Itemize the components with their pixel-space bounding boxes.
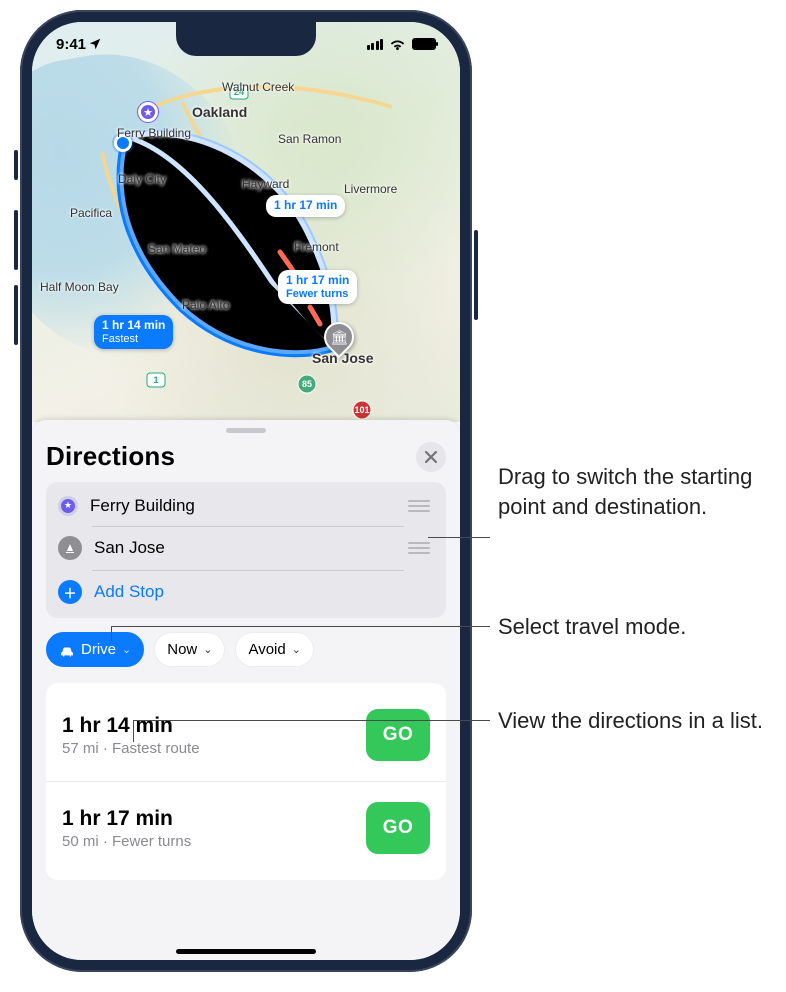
city-label: Livermore bbox=[344, 182, 397, 196]
plus-icon: ＋ bbox=[58, 580, 82, 604]
stops-card: Ferry Building San Jose ＋ Add Stop bbox=[46, 482, 446, 618]
origin-label: Ferry Building bbox=[90, 496, 392, 516]
phone-volume-up bbox=[14, 210, 18, 270]
go-button[interactable]: GO bbox=[366, 709, 430, 761]
depart-time-chip[interactable]: Now ⌄ bbox=[154, 632, 225, 667]
location-arrow-icon bbox=[88, 37, 102, 51]
close-button[interactable] bbox=[416, 442, 446, 472]
route-item[interactable]: 1 hr 17 min 50 mi · Fewer turns GO bbox=[46, 781, 446, 874]
destination-label: San Jose bbox=[94, 538, 392, 558]
stop-row-destination[interactable]: San Jose bbox=[46, 526, 446, 570]
status-time: 9:41 bbox=[56, 36, 86, 53]
annotation-list: View the directions in a list. bbox=[498, 706, 778, 736]
svg-text:101: 101 bbox=[354, 405, 369, 415]
route-callout-primary[interactable]: 1 hr 14 min Fastest bbox=[94, 315, 173, 349]
route-callout-alt-2[interactable]: 1 hr 17 min Fewer turns bbox=[278, 270, 357, 304]
map-view[interactable]: 24 1 85 101 ★ 🏛 Oakland bbox=[32, 22, 460, 422]
city-label: Fremont bbox=[294, 240, 339, 254]
notch bbox=[176, 22, 316, 56]
phone-power-button bbox=[474, 230, 478, 320]
option-chips: Drive ⌄ Now ⌄ Avoid ⌄ bbox=[46, 632, 446, 667]
avoid-options-chip[interactable]: Avoid ⌄ bbox=[235, 632, 313, 667]
annotation-drag: Drag to switch the starting point and de… bbox=[498, 462, 778, 521]
annotation-line bbox=[111, 626, 490, 627]
city-label: San Jose bbox=[312, 350, 373, 366]
annotation-line bbox=[133, 720, 490, 721]
route-detail: 50 mi · Fewer turns bbox=[62, 833, 191, 850]
cellular-signal-icon bbox=[367, 39, 384, 50]
svg-text:85: 85 bbox=[302, 379, 312, 389]
route-item[interactable]: 1 hr 14 min 57 mi · Fastest route GO bbox=[46, 689, 446, 781]
add-stop-row[interactable]: ＋ Add Stop bbox=[46, 570, 446, 614]
home-indicator[interactable] bbox=[176, 949, 316, 954]
city-label: Daly City bbox=[118, 172, 166, 186]
phone-silent-switch bbox=[14, 150, 18, 180]
destination-pin-icon bbox=[58, 536, 82, 560]
stop-row-origin[interactable]: Ferry Building bbox=[46, 486, 446, 526]
add-stop-label: Add Stop bbox=[94, 582, 434, 602]
city-label: Pacifica bbox=[70, 206, 112, 220]
directions-sheet[interactable]: Directions Ferry Building bbox=[32, 420, 460, 960]
close-icon bbox=[425, 451, 437, 463]
travel-mode-chip[interactable]: Drive ⌄ bbox=[46, 632, 144, 667]
star-icon bbox=[58, 496, 78, 516]
route-detail: 57 mi · Fastest route bbox=[62, 740, 200, 757]
svg-text:1: 1 bbox=[153, 375, 158, 385]
sheet-title: Directions bbox=[46, 441, 175, 472]
go-button[interactable]: GO bbox=[366, 802, 430, 854]
annotation-line bbox=[428, 537, 490, 538]
route-callout-alt-1[interactable]: 1 hr 17 min bbox=[266, 195, 345, 217]
city-label: Palo Alto bbox=[182, 298, 229, 312]
reorder-handle-icon[interactable] bbox=[404, 496, 434, 516]
city-label: Hayward bbox=[242, 177, 289, 191]
chevron-down-icon: ⌄ bbox=[203, 643, 212, 656]
phone-volume-down bbox=[14, 285, 18, 345]
chevron-down-icon: ⌄ bbox=[292, 643, 301, 656]
city-label: Walnut Creek bbox=[222, 80, 294, 94]
car-icon bbox=[59, 643, 75, 657]
city-label: Ferry Building bbox=[117, 126, 191, 140]
routes-list: 1 hr 14 min 57 mi · Fastest route GO 1 h… bbox=[46, 683, 446, 880]
city-label: San Ramon bbox=[278, 132, 341, 146]
annotation-tick bbox=[111, 626, 112, 641]
reorder-handle-icon[interactable] bbox=[404, 538, 434, 558]
screen: 9:41 bbox=[32, 22, 460, 960]
route-duration: 1 hr 14 min bbox=[62, 714, 200, 738]
chevron-down-icon: ⌄ bbox=[122, 643, 131, 656]
iphone-frame: 9:41 bbox=[20, 10, 472, 972]
city-label: Oakland bbox=[192, 104, 247, 120]
route-duration: 1 hr 17 min bbox=[62, 807, 191, 831]
annotation-mode: Select travel mode. bbox=[498, 612, 778, 642]
city-label: San Mateo bbox=[148, 242, 206, 256]
city-label: Half Moon Bay bbox=[40, 280, 119, 294]
annotation-tick bbox=[133, 720, 134, 742]
sheet-grabber[interactable] bbox=[226, 428, 266, 433]
battery-icon bbox=[412, 38, 436, 50]
wifi-icon bbox=[389, 38, 406, 51]
map-marker-origin[interactable]: ★ bbox=[138, 102, 158, 122]
